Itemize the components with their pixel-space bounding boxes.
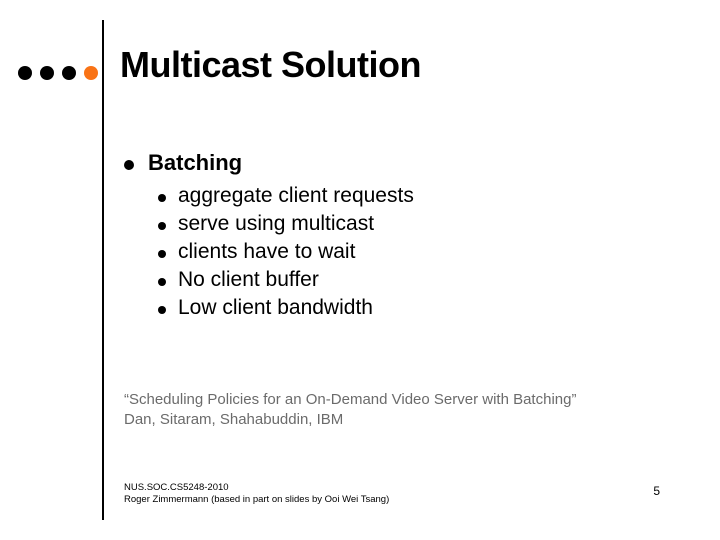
bullet-level2: clients have to wait: [158, 240, 684, 264]
bullet-text: serve using multicast: [178, 212, 374, 236]
bullet-level2: Low client bandwidth: [158, 296, 684, 320]
page-number: 5: [653, 484, 660, 498]
vertical-divider: [102, 20, 104, 520]
bullet-text: aggregate client requests: [178, 184, 414, 208]
bullet-level2: No client buffer: [158, 268, 684, 292]
dot-accent-icon: [84, 66, 98, 80]
bullet-text: Batching: [148, 150, 242, 176]
bullet-icon: [124, 160, 134, 170]
bullet-icon: [158, 194, 166, 202]
footer-author: Roger Zimmermann (based in part on slide…: [124, 494, 389, 506]
citation-authors: Dan, Sitaram, Shahabuddin, IBM: [124, 410, 684, 430]
citation-title: “Scheduling Policies for an On-Demand Vi…: [124, 390, 684, 410]
dot-icon: [40, 66, 54, 80]
footer: NUS.SOC.CS5248-2010 Roger Zimmermann (ba…: [124, 482, 389, 506]
slide-title: Multicast Solution: [120, 44, 421, 86]
dot-icon: [18, 66, 32, 80]
bullet-text: Low client bandwidth: [178, 296, 373, 320]
footer-course: NUS.SOC.CS5248-2010: [124, 482, 389, 494]
bullet-level2: aggregate client requests: [158, 184, 684, 208]
slide: Multicast Solution Batching aggregate cl…: [0, 0, 720, 540]
decor-dots: [18, 66, 98, 80]
bullet-level1: Batching: [124, 150, 684, 176]
citation-block: “Scheduling Policies for an On-Demand Vi…: [124, 390, 684, 431]
bullet-text: clients have to wait: [178, 240, 355, 264]
bullet-icon: [158, 250, 166, 258]
bullet-level2: serve using multicast: [158, 212, 684, 236]
bullet-icon: [158, 222, 166, 230]
bullet-text: No client buffer: [178, 268, 319, 292]
dot-icon: [62, 66, 76, 80]
content-block: Batching aggregate client requests serve…: [124, 150, 684, 324]
bullet-icon: [158, 278, 166, 286]
bullet-icon: [158, 306, 166, 314]
